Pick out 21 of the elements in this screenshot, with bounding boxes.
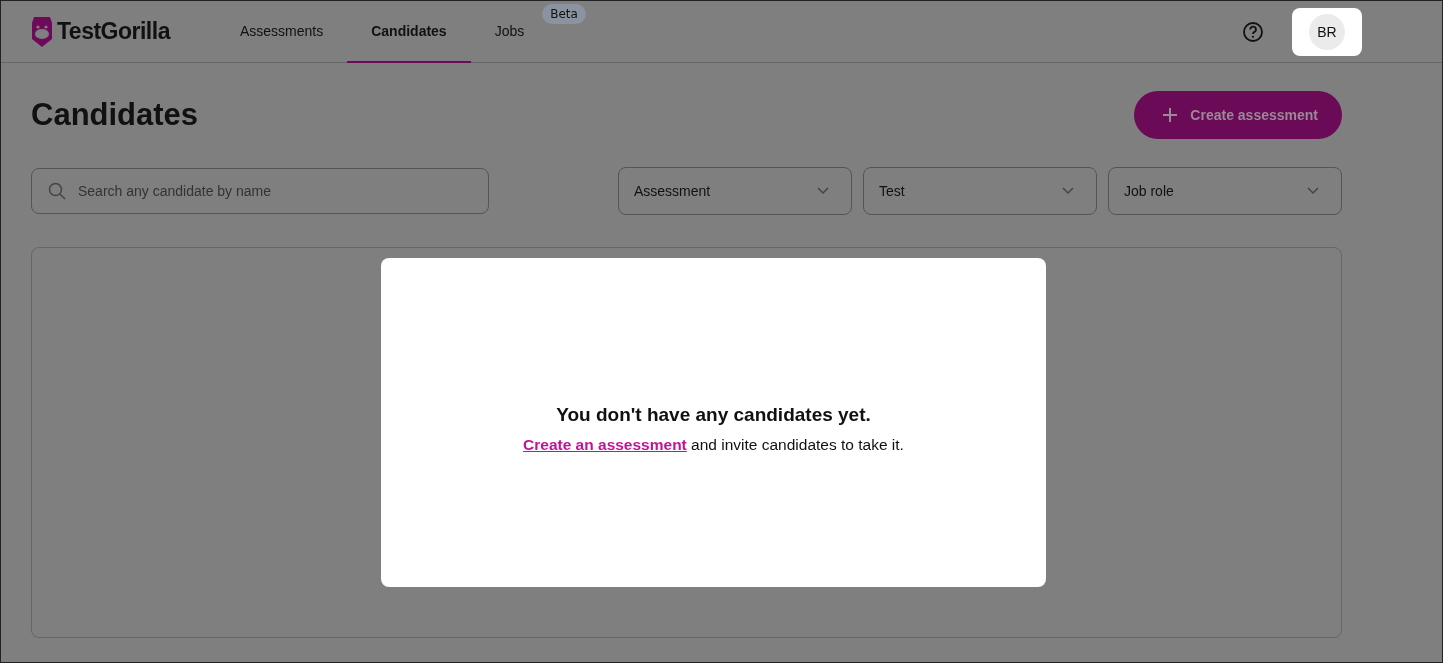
logo-text: TestGorilla (57, 18, 170, 45)
filter-dropdown[interactable]: Job role (1108, 167, 1342, 215)
create-assessment-button[interactable]: Create assessment (1134, 91, 1342, 139)
filter-dropdown[interactable]: Test (863, 167, 1097, 215)
beta-badge: Beta (542, 4, 586, 24)
empty-state-text: Create an assessment and invite candidates to take it. (523, 435, 904, 454)
search-icon (48, 182, 66, 200)
page-title: Candidates (31, 97, 199, 133)
empty-state-heading: You don't have any candidates yet. (556, 403, 871, 426)
search-field[interactable]: Search any candidate by name (31, 168, 489, 214)
nav-tab[interactable]: Candidates (347, 1, 471, 63)
filter-dropdown[interactable]: Assessment (618, 167, 852, 215)
chevron-down-icon (1307, 187, 1319, 195)
help-icon[interactable] (1242, 20, 1264, 43)
nav-tab[interactable]: Assessments (215, 1, 348, 63)
chevron-down-icon (817, 187, 829, 195)
plus-icon (1162, 107, 1179, 123)
user-avatar[interactable]: BR (1309, 13, 1345, 50)
gorilla-logo-icon (31, 14, 53, 49)
chevron-down-icon (1062, 187, 1074, 195)
create-assessment-link[interactable]: Create an assessment (523, 435, 687, 453)
